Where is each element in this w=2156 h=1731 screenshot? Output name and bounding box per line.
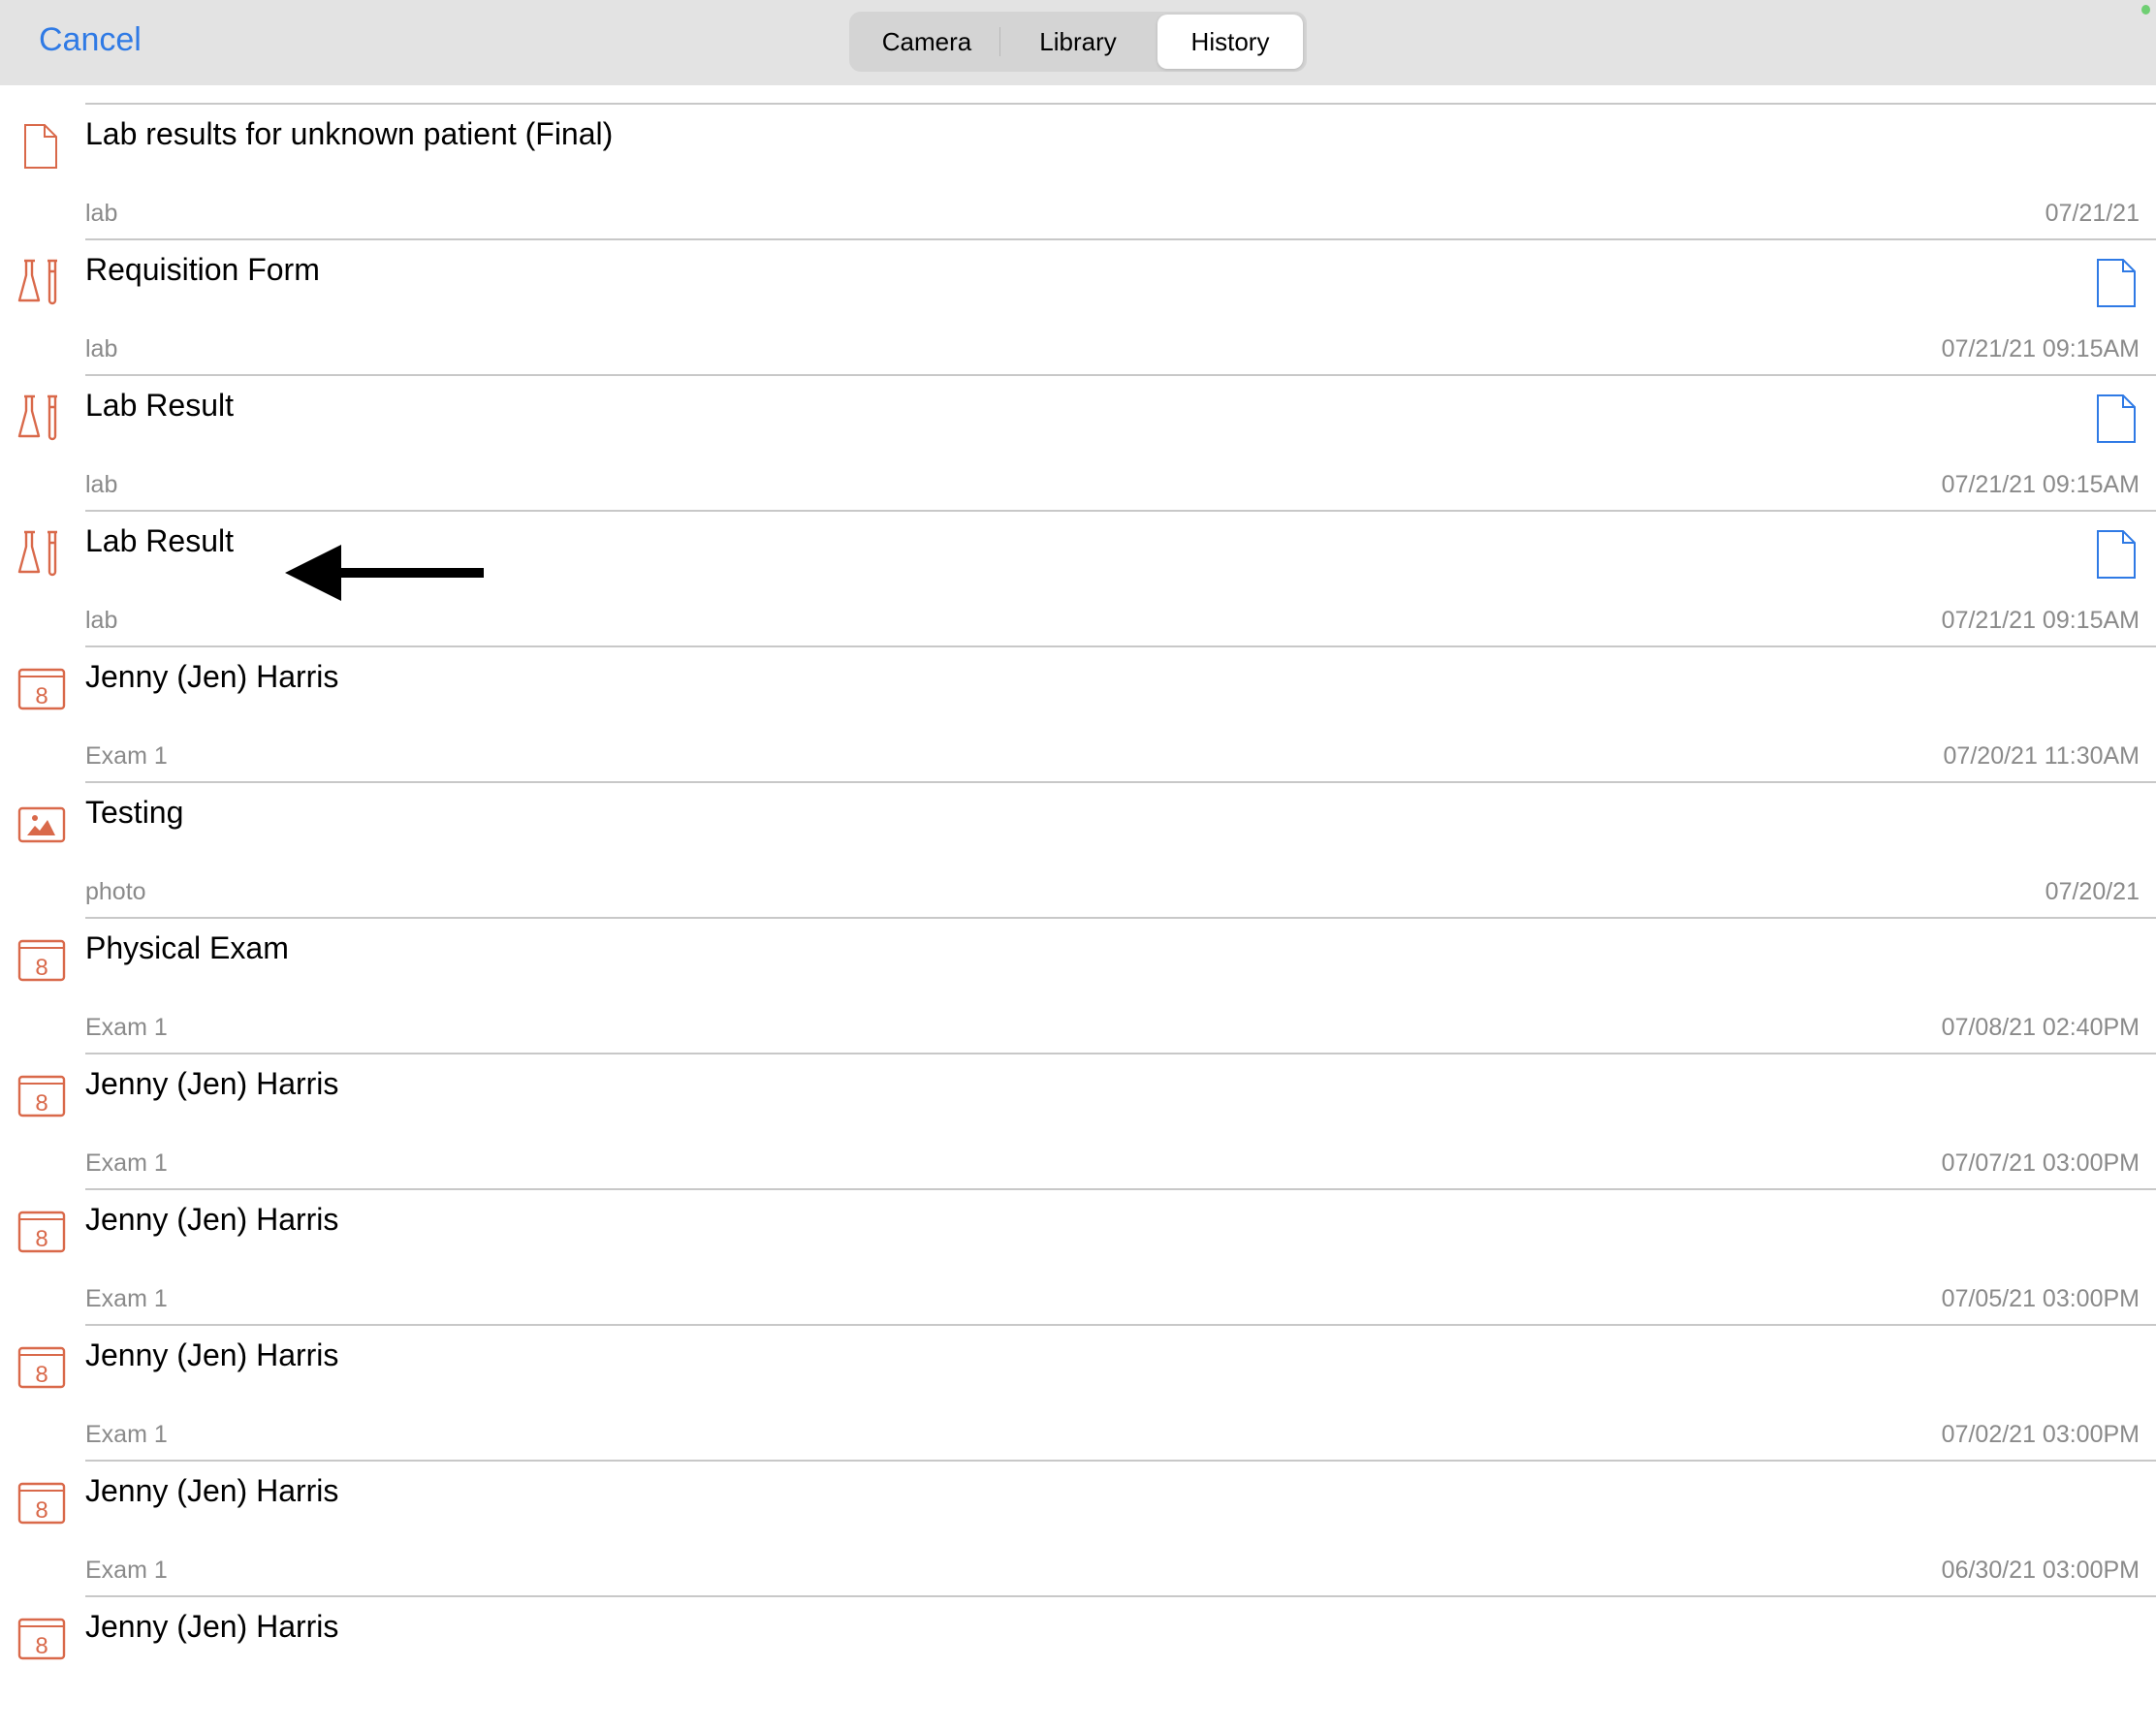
calendar-icon: 8 — [17, 936, 66, 985]
item-title: Jenny (Jen) Harris — [85, 1473, 339, 1508]
item-date: 06/30/21 03:00PM — [1941, 1557, 2140, 1584]
item-title: Lab Result — [85, 388, 234, 423]
item-title: Jenny (Jen) Harris — [85, 1609, 339, 1644]
attachment-document-icon[interactable] — [2094, 393, 2139, 444]
svg-text:8: 8 — [35, 683, 48, 709]
item-title: Lab results for unknown patient (Final) — [85, 116, 614, 151]
calendar-icon: 8 — [17, 1615, 66, 1663]
item-title: Jenny (Jen) Harris — [85, 1066, 339, 1101]
item-category: lab — [85, 471, 118, 498]
svg-text:8: 8 — [35, 955, 48, 981]
list-item[interactable]: 8 Jenny (Jen) Harris Exam 1 07/02/21 03:… — [0, 1324, 2156, 1460]
item-category: Exam 1 — [85, 1557, 168, 1584]
item-date: 07/08/21 02:40PM — [1941, 1014, 2140, 1041]
item-date: 07/07/21 03:00PM — [1941, 1149, 2140, 1177]
status-dot — [2141, 5, 2150, 15]
item-title: Physical Exam — [85, 930, 289, 965]
row-divider — [85, 1324, 2156, 1326]
tab-library[interactable]: Library — [1004, 15, 1152, 69]
item-title: Jenny (Jen) Harris — [85, 659, 339, 694]
list-item[interactable]: 8 Jenny (Jen) Harris Exam 1 07/20/21 11:… — [0, 645, 2156, 781]
svg-text:8: 8 — [35, 1362, 48, 1388]
history-list: 8 Exam 1 07/21/21 09:15AM Lab results fo… — [0, 0, 2156, 1660]
row-divider — [85, 238, 2156, 240]
row-divider — [85, 917, 2156, 919]
item-date: 07/20/21 11:30AM — [1943, 742, 2140, 770]
document-icon — [17, 122, 66, 171]
item-title: Requisition Form — [85, 252, 320, 287]
annotation-arrow-left — [285, 545, 484, 601]
attachment-document-icon[interactable] — [2094, 258, 2139, 308]
calendar-icon: 8 — [17, 1208, 66, 1256]
top-bar: Cancel Camera Library History — [0, 0, 2156, 85]
item-title: Lab Result — [85, 523, 234, 558]
list-item[interactable]: Lab Result lab 07/21/21 09:15AM — [0, 374, 2156, 510]
row-divider — [85, 1188, 2156, 1190]
item-title: Jenny (Jen) Harris — [85, 1338, 339, 1372]
row-divider — [85, 781, 2156, 783]
calendar-icon: 8 — [17, 665, 66, 713]
source-segmented-control: Camera Library History — [849, 12, 1307, 72]
list-item[interactable]: Requisition Form lab 07/21/21 09:15AM — [0, 238, 2156, 374]
item-category: Exam 1 — [85, 742, 168, 770]
list-item[interactable]: Testing photo 07/20/21 — [0, 781, 2156, 917]
item-category: lab — [85, 607, 118, 634]
item-date: 07/21/21 09:15AM — [1941, 607, 2140, 634]
calendar-icon: 8 — [17, 1343, 66, 1392]
svg-text:8: 8 — [35, 1497, 48, 1524]
tab-history[interactable]: History — [1157, 15, 1303, 69]
item-category: Exam 1 — [85, 1285, 168, 1312]
tab-camera[interactable]: Camera — [855, 15, 999, 69]
calendar-icon: 8 — [17, 1072, 66, 1120]
list-item[interactable]: 8 Jenny (Jen) Harris Exam 1 07/05/21 03:… — [0, 1188, 2156, 1324]
calendar-icon: 8 — [17, 1479, 66, 1527]
item-date: 07/05/21 03:00PM — [1941, 1285, 2140, 1312]
item-category: photo — [85, 878, 146, 905]
cancel-button[interactable]: Cancel — [39, 21, 142, 59]
row-divider — [85, 1053, 2156, 1054]
item-title: Testing — [85, 795, 184, 830]
item-category: Exam 1 — [85, 1421, 168, 1448]
item-category: lab — [85, 200, 118, 227]
row-divider — [85, 103, 2156, 105]
item-category: lab — [85, 335, 118, 362]
segment-divider — [999, 27, 1000, 56]
row-divider — [85, 645, 2156, 647]
item-date: 07/21/21 09:15AM — [1941, 471, 2140, 498]
row-divider — [85, 374, 2156, 376]
svg-text:8: 8 — [35, 1633, 48, 1659]
item-date: 07/20/21 — [2045, 878, 2140, 905]
item-category: Exam 1 — [85, 1014, 168, 1041]
list-item[interactable]: Lab results for unknown patient (Final) … — [0, 103, 2156, 238]
photo-icon — [17, 801, 66, 849]
list-item[interactable]: 8 Physical Exam Exam 1 07/08/21 02:40PM — [0, 917, 2156, 1053]
item-date: 07/02/21 03:00PM — [1941, 1421, 2140, 1448]
item-title: Jenny (Jen) Harris — [85, 1202, 339, 1237]
list-item[interactable]: 8 Jenny (Jen) Harris Exam 1 06/30/21 03:… — [0, 1460, 2156, 1595]
svg-text:8: 8 — [35, 1090, 48, 1117]
svg-text:8: 8 — [35, 1226, 48, 1252]
row-divider — [85, 1460, 2156, 1462]
list-item[interactable]: 8 Jenny (Jen) Harris — [0, 1595, 2156, 1731]
item-date: 07/21/21 — [2045, 200, 2140, 227]
lab-flask-icon — [17, 258, 66, 306]
item-category: Exam 1 — [85, 1149, 168, 1177]
item-date: 07/21/21 09:15AM — [1941, 335, 2140, 362]
lab-flask-icon — [17, 393, 66, 442]
attachment-document-icon[interactable] — [2094, 529, 2139, 580]
lab-flask-icon — [17, 529, 66, 578]
list-item[interactable]: 8 Jenny (Jen) Harris Exam 1 07/07/21 03:… — [0, 1053, 2156, 1188]
row-divider — [85, 1595, 2156, 1597]
row-divider — [85, 510, 2156, 512]
